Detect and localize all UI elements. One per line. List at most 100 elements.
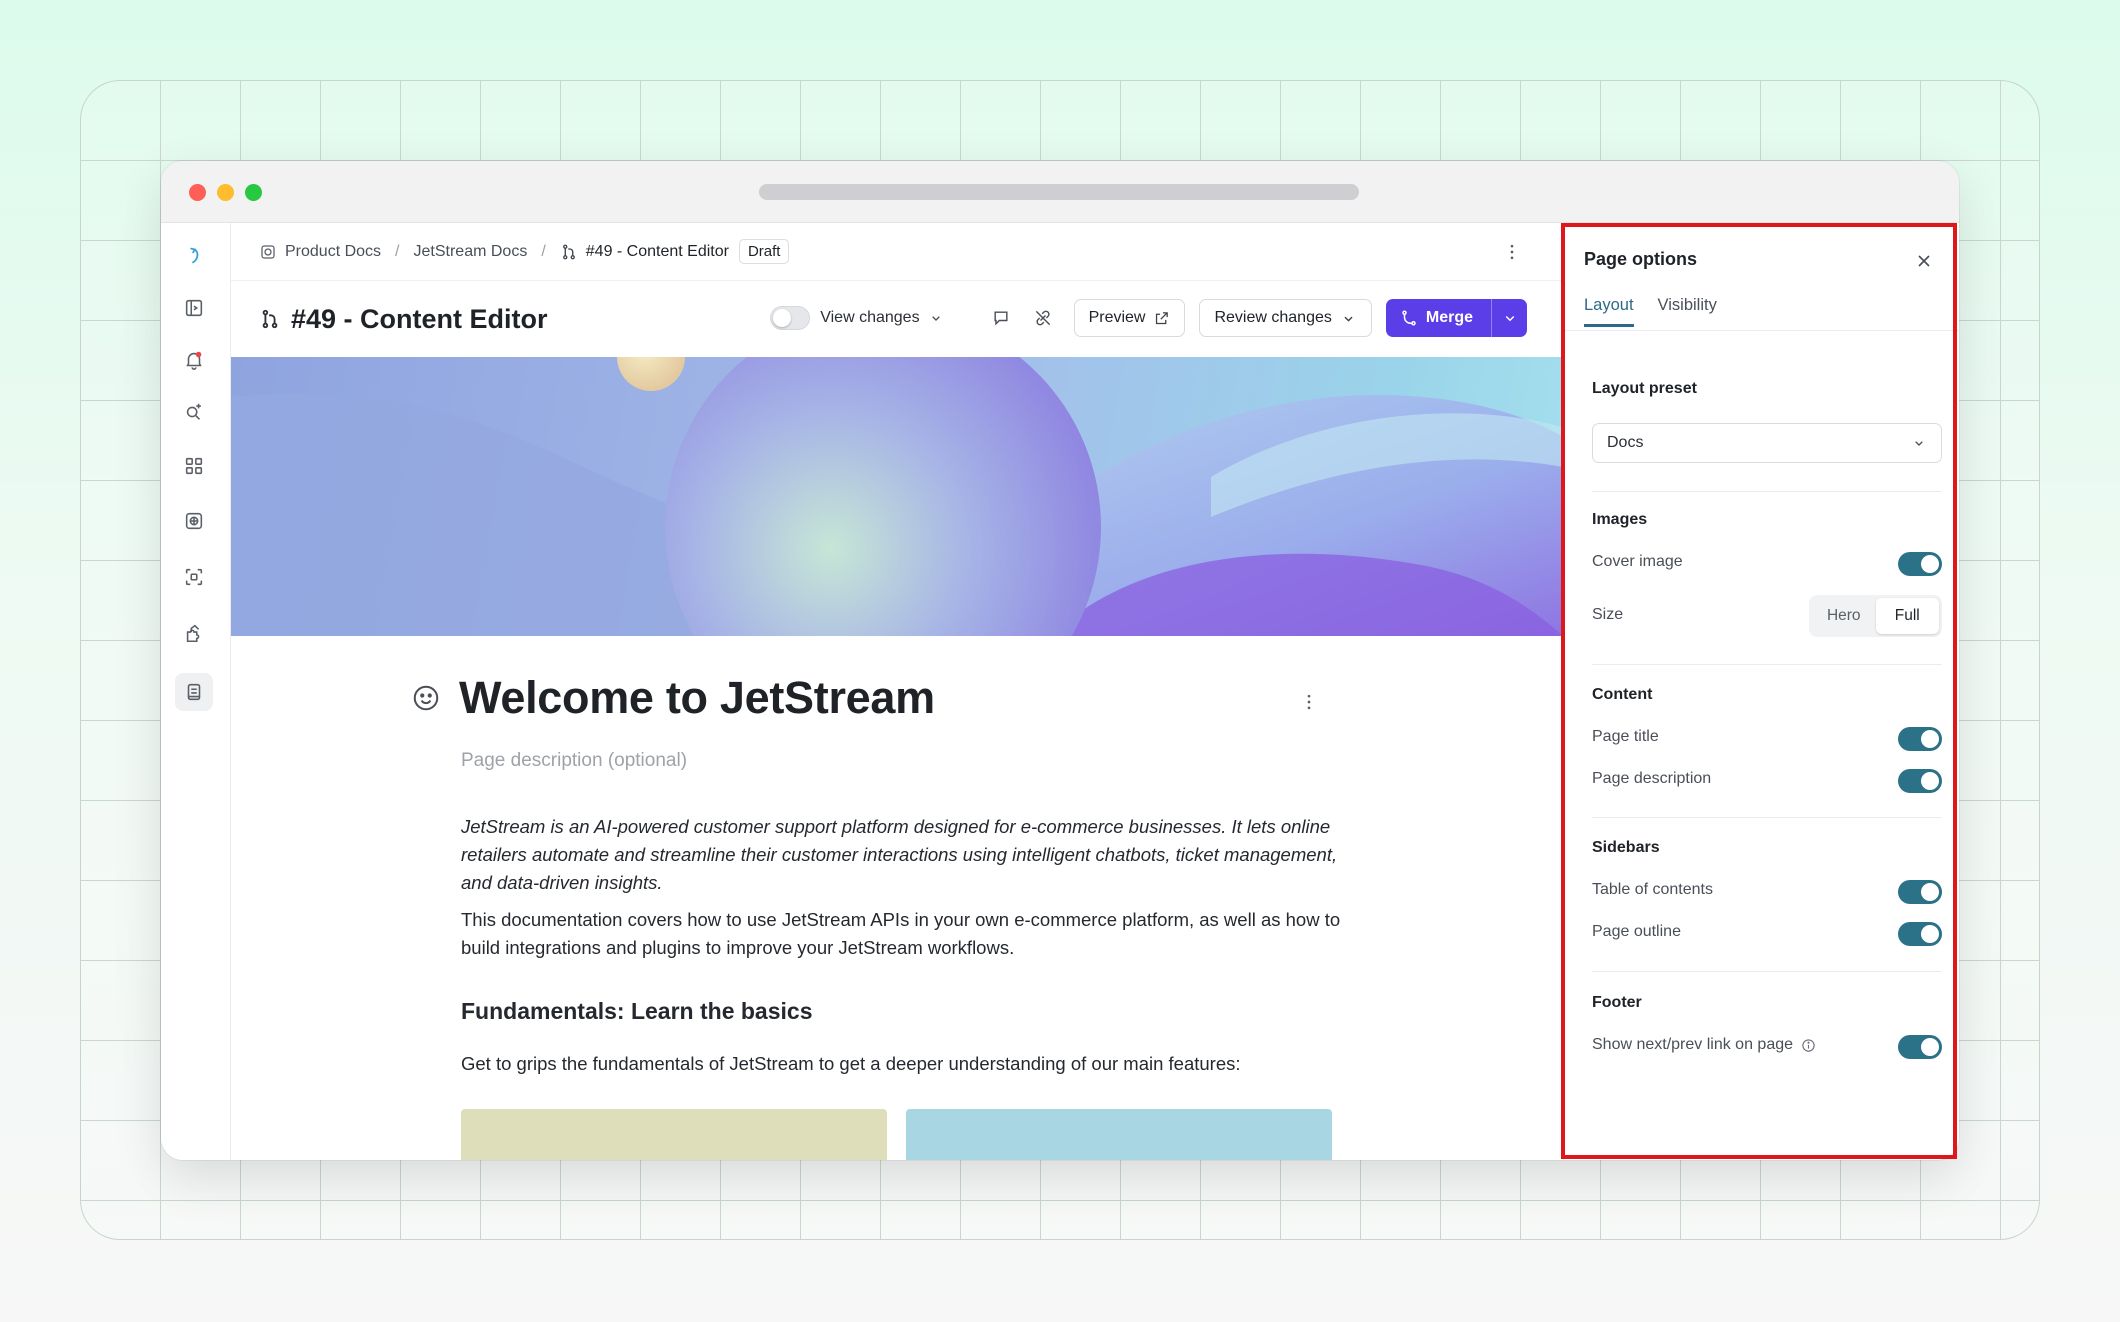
intro-paragraph[interactable]: JetStream is an AI-powered customer supp…: [461, 813, 1341, 897]
tabs-divider: [1564, 330, 1959, 331]
size-segmented-control: Hero Full: [1809, 595, 1942, 637]
tab-layout[interactable]: Layout: [1584, 293, 1634, 327]
apps-icon[interactable]: [175, 447, 213, 485]
toolbar: View changes Preview Review changes Merg…: [770, 299, 1527, 337]
search-sparkle-icon[interactable]: [175, 393, 213, 431]
sidebar-toggle-icon[interactable]: [175, 289, 213, 327]
cover-image[interactable]: [231, 357, 1563, 636]
address-bar[interactable]: [759, 184, 1359, 200]
breadcrumb-item-jetstream-docs[interactable]: JetStream Docs: [414, 243, 528, 261]
kebab-icon[interactable]: [1501, 241, 1523, 263]
chevron-down-icon: [1344, 316, 1353, 322]
layout-preset-value: Docs: [1607, 434, 1644, 451]
chevron-down-icon: [1505, 315, 1514, 322]
layout-preset-select[interactable]: Docs: [1592, 423, 1942, 463]
section-divider: [1592, 817, 1942, 818]
preview-button[interactable]: Preview: [1073, 299, 1186, 337]
space-icon: [261, 244, 275, 259]
content-section-label: Content: [1592, 686, 1653, 703]
breadcrumb-label: JetStream Docs: [413, 242, 528, 260]
sidebars-section-label: Sidebars: [1592, 839, 1660, 856]
section-divider: [1592, 664, 1942, 665]
minimize-window-button[interactable]: [217, 184, 234, 201]
body-paragraph[interactable]: Get to grips the fundamentals of JetStre…: [461, 1053, 1241, 1075]
panel-tabs: Layout Visibility: [1584, 293, 1944, 331]
feature-card[interactable]: [461, 1109, 887, 1160]
breadcrumb-separator: /: [395, 242, 400, 260]
merge-label: Merge: [1425, 309, 1473, 326]
page-title-toggle[interactable]: [1898, 727, 1942, 751]
next-prev-label: Show next/prev link on page: [1592, 1036, 1794, 1053]
breadcrumb-separator: /: [541, 242, 546, 260]
page-header: #49 - Content Editor View changes Previe…: [231, 281, 1563, 357]
page-description-label: Page description: [1592, 770, 1712, 787]
layout-preset-label: Layout preset: [1592, 380, 1697, 397]
images-section-label: Images: [1592, 511, 1648, 528]
page-description-toggle[interactable]: [1898, 769, 1942, 793]
bell-icon[interactable]: [175, 341, 213, 379]
page-title-text: #49 - Content Editor: [291, 303, 548, 334]
kebab-icon[interactable]: [1299, 692, 1319, 712]
branch-icon: [262, 309, 278, 329]
tab-visibility[interactable]: Visibility: [1658, 293, 1717, 327]
app-rail: [161, 223, 231, 1160]
external-link-icon: [1156, 311, 1169, 324]
scan-icon[interactable]: [175, 558, 213, 596]
table-of-contents-toggle[interactable]: [1898, 880, 1942, 904]
page-title-label: Page title: [1592, 728, 1659, 745]
document-body: Welcome to JetStream Page description (o…: [231, 636, 1563, 1160]
breadcrumb-item-product-docs[interactable]: Product Docs: [259, 243, 381, 261]
puzzle-icon[interactable]: [175, 614, 213, 652]
section-divider: [1592, 971, 1942, 972]
cover-image-toggle[interactable]: [1898, 552, 1942, 576]
cover-image-label: Cover image: [1592, 553, 1683, 570]
section-heading[interactable]: Fundamentals: Learn the basics: [461, 998, 812, 1025]
preview-label: Preview: [1088, 309, 1146, 326]
close-icon[interactable]: [1914, 251, 1934, 271]
logo-icon[interactable]: [175, 237, 213, 275]
book-icon[interactable]: [175, 673, 213, 711]
breadcrumb-label: Product Docs: [285, 242, 382, 260]
window-titlebar: [161, 161, 1959, 223]
close-window-button[interactable]: [189, 184, 206, 201]
review-changes-label: Review changes: [1214, 309, 1332, 326]
table-of-contents-label: Table of contents: [1592, 881, 1713, 898]
review-changes-button[interactable]: Review changes: [1199, 299, 1372, 337]
breadcrumb-item-content-editor[interactable]: #49 - Content Editor: [560, 243, 729, 261]
body-paragraph[interactable]: This documentation covers how to use Jet…: [461, 906, 1341, 962]
size-label: Size: [1592, 606, 1624, 623]
merge-options-button[interactable]: [1491, 299, 1527, 337]
smiley-icon[interactable]: [411, 683, 441, 713]
view-changes-toggle[interactable]: [770, 306, 811, 330]
branch-icon: [1402, 310, 1416, 326]
maximize-window-button[interactable]: [245, 184, 262, 201]
document-title[interactable]: Welcome to JetStream: [459, 672, 935, 724]
breadcrumb: Product Docs / JetStream Docs / #49 - Co…: [231, 223, 1563, 281]
breadcrumb-label: #49 - Content Editor: [585, 242, 729, 260]
page-outline-label: Page outline: [1592, 923, 1681, 940]
page-outline-toggle[interactable]: [1898, 922, 1942, 946]
chevron-down-icon: [1915, 441, 1923, 446]
merge-button[interactable]: Merge: [1385, 299, 1491, 337]
footer-section-label: Footer: [1592, 994, 1642, 1011]
link-off-icon[interactable]: [1026, 301, 1060, 335]
page-options-panel: Page options Layout Visibility Layout pr…: [1563, 223, 1959, 1160]
feature-card[interactable]: [906, 1109, 1332, 1160]
size-option-hero[interactable]: Hero: [1812, 598, 1876, 634]
comment-icon[interactable]: [984, 301, 1018, 335]
next-prev-row: Show next/prev link on page: [1592, 1036, 1816, 1054]
page-title: #49 - Content Editor: [259, 304, 548, 335]
browser-window: Product Docs / JetStream Docs / #49 - Co…: [161, 161, 1959, 1160]
status-badge: Draft: [738, 239, 790, 264]
info-icon[interactable]: [1801, 1038, 1816, 1053]
merge-button-group: Merge: [1385, 299, 1527, 337]
page-description-field[interactable]: Page description (optional): [461, 750, 687, 772]
section-divider: [1592, 491, 1942, 492]
title-row: Welcome to JetStream: [411, 672, 935, 724]
next-prev-toggle[interactable]: [1898, 1035, 1942, 1059]
view-changes-label: View changes: [820, 309, 920, 326]
space-icon[interactable]: [175, 502, 213, 540]
size-option-full[interactable]: Full: [1875, 598, 1939, 634]
view-changes-dropdown[interactable]: View changes: [820, 309, 943, 327]
panel-title: Page options: [1584, 249, 1698, 269]
